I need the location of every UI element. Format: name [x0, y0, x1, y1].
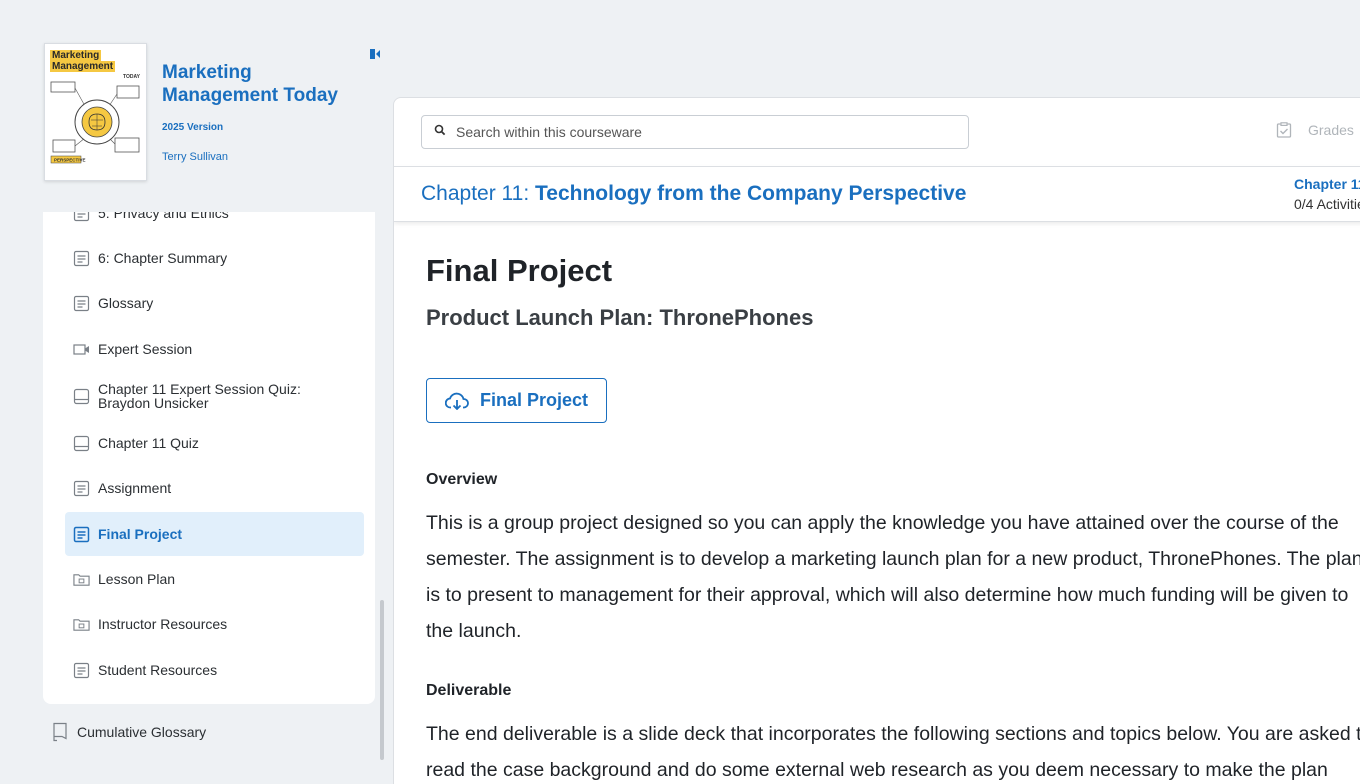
sidebar-nav: 5: Privacy and Ethics 6: Chapter Summary… — [43, 212, 375, 704]
overview-line: is to present to management for their ap… — [426, 584, 1349, 606]
sidebar-item-student-resources[interactable]: Student Resources — [65, 648, 364, 692]
svg-text:PERSPECTIVE: PERSPECTIVE — [54, 158, 86, 163]
page-title: Final Project — [426, 253, 613, 288]
sidebar-item-assignment[interactable]: Assignment — [65, 466, 364, 510]
sidebar-item-chapter-quiz[interactable]: Chapter 11 Quiz — [65, 421, 364, 465]
book-version: 2025 Version — [162, 122, 224, 133]
overview-line: semester. The assignment is to develop a… — [426, 548, 1360, 570]
sidebar-item-label: Expert Session — [98, 341, 193, 357]
chapter-heading: Chapter 11: Technology from the Company … — [421, 182, 967, 205]
sidebar-item-label: Student Resources — [98, 662, 218, 678]
chapter-bar: Chapter 11: Technology from the Company … — [394, 166, 1360, 222]
cumulative-glossary-label: Cumulative Glossary — [77, 724, 207, 740]
book-cover: Marketing Management TODAY PERSPECTIVE — [44, 43, 147, 181]
sidebar-scrollbar[interactable] — [380, 600, 384, 760]
sidebar-item-expert-session[interactable]: Expert Session — [65, 327, 364, 371]
deliverable-line: read the case background and do some ext… — [426, 759, 1328, 781]
book-title[interactable]: Marketing Management Today — [162, 61, 362, 107]
sidebar-item-final-project[interactable]: Final Project — [65, 512, 364, 556]
sidebar-item-instructor-resources[interactable]: Instructor Resources — [65, 602, 364, 646]
grades-label: Grades — [1308, 122, 1354, 138]
folder-icon — [73, 571, 90, 588]
cover-title: Marketing Management — [50, 50, 116, 72]
sidebar-item-label: Instructor Resources — [98, 616, 228, 632]
main-content-panel: Grades Chapter 11: Technology from the C… — [393, 97, 1360, 784]
cloud-download-icon — [444, 392, 469, 410]
page-subtitle: Product Launch Plan: ThronePhones — [426, 305, 814, 330]
overview-line: This is a group project designed so you … — [426, 512, 1339, 534]
search-box[interactable] — [421, 115, 969, 149]
deliverable-line: The end deliverable is a slide deck that… — [426, 723, 1360, 745]
sidebar-item-lesson-plan[interactable]: Lesson Plan — [65, 557, 364, 601]
page-icon — [73, 250, 90, 267]
download-button-label: Final Project — [479, 390, 589, 410]
video-icon — [73, 341, 90, 358]
page-icon — [73, 526, 90, 543]
cover-illustration: PERSPECTIVE — [50, 81, 140, 164]
clipboard-check-icon — [1276, 122, 1292, 138]
page-icon — [73, 295, 90, 312]
page-icon — [73, 662, 90, 679]
book-author: Terry Sullivan — [162, 151, 229, 163]
chapter-progress-label[interactable]: Chapter 11 — [1294, 176, 1360, 192]
sidebar-item-label: Chapter 11 Expert Session Quiz: Braydon … — [98, 381, 301, 411]
book-icon — [52, 722, 69, 742]
page-icon — [73, 480, 90, 497]
sidebar-item-chapter-summary[interactable]: 6: Chapter Summary — [65, 236, 364, 280]
quiz-icon — [73, 435, 90, 452]
sidebar-item-label: Chapter 11 Quiz — [98, 435, 199, 451]
sidebar-item-label: Final Project — [98, 526, 183, 542]
folder-icon — [73, 616, 90, 633]
page-icon — [73, 212, 90, 222]
sidebar-item-label: 5: Privacy and Ethics — [98, 212, 229, 221]
sidebar-item-glossary[interactable]: Glossary — [65, 281, 364, 325]
overview-heading: Overview — [426, 471, 498, 488]
sidebar-item-label: Assignment — [98, 480, 172, 496]
sidebar-item-expert-session-quiz[interactable]: Chapter 11 Expert Session Quiz: Braydon … — [65, 374, 364, 418]
quiz-icon — [73, 388, 90, 405]
sidebar-item-label: Lesson Plan — [98, 571, 176, 587]
sidebar-item-label: 6: Chapter Summary — [98, 250, 228, 266]
sidebar-item-privacy-ethics[interactable]: 5: Privacy and Ethics — [65, 212, 364, 235]
cumulative-glossary-link[interactable]: Cumulative Glossary — [52, 722, 206, 742]
deliverable-heading: Deliverable — [426, 682, 512, 699]
collapse-sidebar-icon[interactable] — [369, 48, 381, 60]
grades-button[interactable]: Grades — [1276, 122, 1354, 138]
overview-line: the launch. — [426, 620, 522, 642]
chapter-progress-count: 0/4 Activities — [1294, 196, 1360, 212]
download-final-project-button[interactable]: Final Project — [426, 378, 607, 423]
sidebar-item-label: Glossary — [98, 295, 154, 311]
search-icon — [434, 123, 446, 141]
search-input[interactable] — [456, 124, 936, 140]
